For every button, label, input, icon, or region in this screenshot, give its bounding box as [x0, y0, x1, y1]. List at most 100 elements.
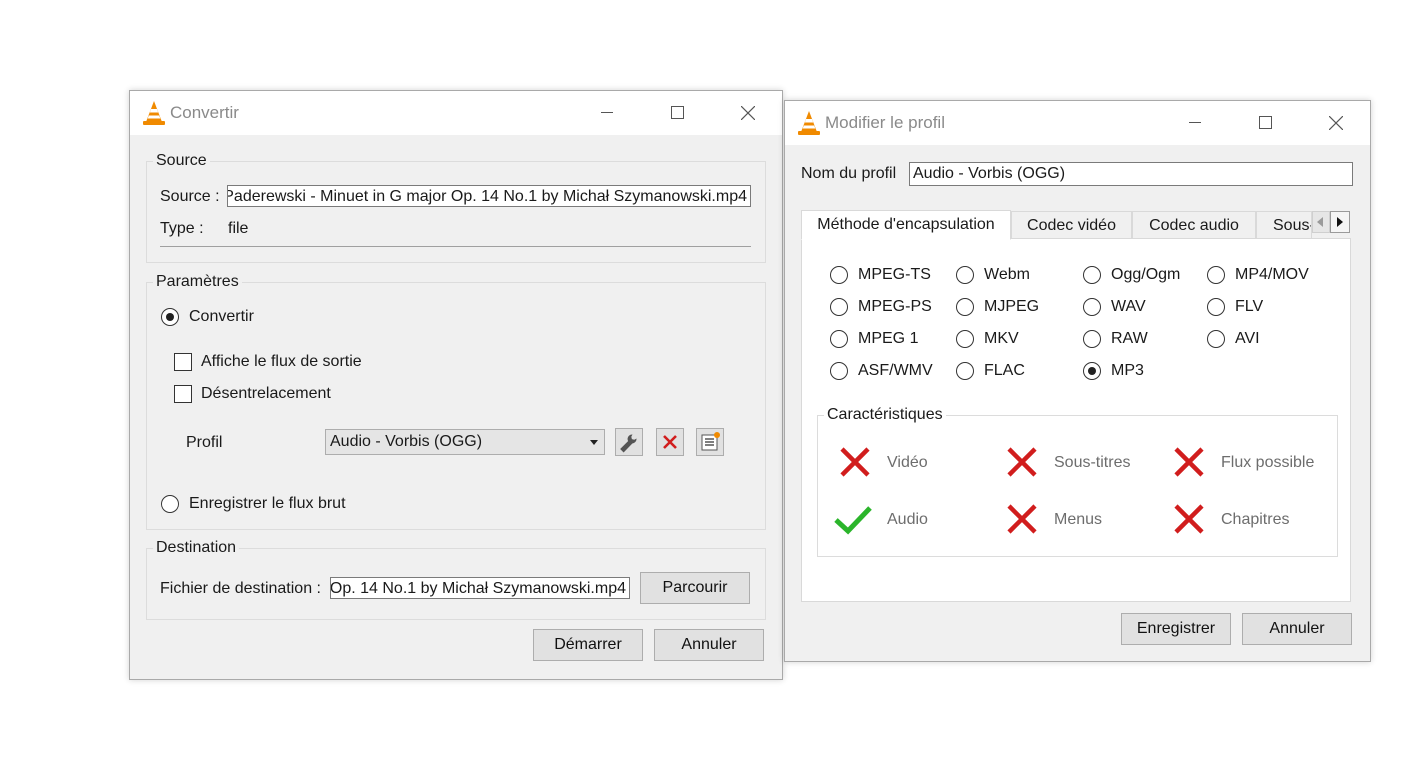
container-radio-raw[interactable] — [1083, 330, 1101, 348]
container-label: ASF/WMV — [858, 362, 933, 379]
tab-scroll-left-button[interactable] — [1312, 211, 1330, 233]
vlc-cone-icon — [143, 101, 165, 125]
minimize-button[interactable] — [1160, 101, 1230, 145]
container-radio-mpeg-ps[interactable] — [830, 298, 848, 316]
chevron-down-icon — [590, 440, 598, 445]
container-radio-mjpeg[interactable] — [956, 298, 974, 316]
new-profile-button[interactable] — [696, 428, 724, 456]
params-group-label: Paramètres — [153, 273, 242, 291]
profile-label: Profil — [186, 434, 223, 451]
close-button[interactable] — [712, 91, 782, 135]
type-value: file — [228, 220, 249, 237]
vlc-cone-icon — [798, 111, 820, 135]
cross-icon — [1007, 504, 1037, 534]
feature-menus-label: Menus — [1054, 511, 1103, 528]
profile-titlebar[interactable]: Modifier le profil — [785, 101, 1370, 145]
container-label: WAV — [1111, 298, 1146, 315]
container-label: FLAC — [984, 362, 1025, 379]
source-group-label: Source — [153, 152, 210, 170]
destination-group-label: Destination — [153, 539, 240, 557]
tab-subtitles[interactable]: Sous-t — [1256, 211, 1312, 239]
new-profile-icon — [701, 432, 720, 451]
check-icon — [834, 506, 872, 535]
close-button[interactable] — [1300, 101, 1370, 145]
container-label: MKV — [984, 330, 1019, 347]
container-radio-flac[interactable] — [956, 362, 974, 380]
features-group — [817, 415, 1338, 557]
delete-icon — [663, 435, 677, 449]
type-label: Type : — [160, 220, 204, 237]
deinterlace-label: Désentrelacement — [201, 385, 331, 402]
start-button[interactable]: Démarrer — [533, 629, 643, 661]
chevron-left-icon — [1317, 217, 1323, 227]
container-radio-mpeg-ts[interactable] — [830, 266, 848, 284]
deinterlace-checkbox[interactable] — [174, 385, 192, 403]
container-radio-avi[interactable] — [1207, 330, 1225, 348]
edit-profile-button[interactable] — [615, 428, 643, 456]
destination-field[interactable]: Paderewski - Minuet in G major Op. 14 No… — [330, 577, 630, 599]
wrench-icon — [620, 434, 637, 453]
container-label: AVI — [1235, 330, 1260, 347]
container-label: MPEG 1 — [858, 330, 919, 347]
convert-radio[interactable] — [161, 308, 179, 326]
close-icon — [1329, 116, 1343, 130]
tab-scroll-right-button[interactable] — [1330, 211, 1350, 233]
delete-profile-button[interactable] — [656, 428, 684, 456]
source-divider — [160, 246, 751, 247]
raw-dump-label: Enregistrer le flux brut — [189, 495, 346, 512]
cross-icon — [1174, 504, 1204, 534]
save-button[interactable]: Enregistrer — [1121, 613, 1231, 645]
container-radio-mp3[interactable] — [1083, 362, 1101, 380]
maximize-button[interactable] — [1230, 101, 1300, 145]
container-radio-webm[interactable] — [956, 266, 974, 284]
feature-subtitles-label: Sous-titres — [1054, 454, 1131, 471]
container-radio-mpeg1[interactable] — [830, 330, 848, 348]
container-radio-wav[interactable] — [1083, 298, 1101, 316]
cross-icon — [1007, 447, 1037, 477]
tab-audio-codec[interactable]: Codec audio — [1132, 211, 1256, 239]
browse-button[interactable]: Parcourir — [640, 572, 750, 604]
source-label: Source : — [160, 188, 220, 205]
container-label: RAW — [1111, 330, 1148, 347]
window-title: Convertir — [170, 103, 239, 122]
convert-window: Convertir Source Source : Paderewski - M… — [129, 90, 783, 680]
window-title: Modifier le profil — [825, 113, 945, 132]
source-field[interactable]: Paderewski - Minuet in G major Op. 14 No… — [227, 185, 751, 207]
container-label: MJPEG — [984, 298, 1040, 315]
container-label: FLV — [1235, 298, 1264, 315]
raw-dump-radio[interactable] — [161, 495, 179, 513]
close-icon — [741, 106, 755, 120]
container-label: MP4/MOV — [1235, 266, 1309, 283]
container-radio-mkv[interactable] — [956, 330, 974, 348]
cross-icon — [1174, 447, 1204, 477]
convert-radio-label: Convertir — [189, 308, 254, 325]
show-output-checkbox[interactable] — [174, 353, 192, 371]
convert-titlebar[interactable]: Convertir — [130, 91, 782, 135]
container-radio-ogg[interactable] — [1083, 266, 1101, 284]
cross-icon — [840, 447, 870, 477]
container-label: Ogg/Ogm — [1111, 266, 1181, 283]
container-radio-flv[interactable] — [1207, 298, 1225, 316]
source-group — [146, 161, 766, 263]
cancel-button[interactable]: Annuler — [654, 629, 764, 661]
show-output-label: Affiche le flux de sortie — [201, 353, 362, 370]
maximize-button[interactable] — [642, 91, 712, 135]
tab-video-codec[interactable]: Codec vidéo — [1011, 211, 1132, 239]
container-radio-mp4[interactable] — [1207, 266, 1225, 284]
profile-name-label: Nom du profil — [801, 165, 897, 182]
tab-encapsulation[interactable]: Méthode d'encapsulation — [801, 210, 1011, 240]
cancel-button[interactable]: Annuler — [1242, 613, 1352, 645]
profile-select[interactable]: Audio - Vorbis (OGG) — [325, 429, 605, 455]
profile-name-input[interactable]: Audio - Vorbis (OGG) — [909, 162, 1353, 186]
feature-audio-label: Audio — [887, 511, 928, 528]
profile-window: Modifier le profil Nom du profil Audio -… — [784, 100, 1371, 662]
container-radio-asf[interactable] — [830, 362, 848, 380]
container-label: MPEG-TS — [858, 266, 931, 283]
container-label: MPEG-PS — [858, 298, 932, 315]
minimize-button[interactable] — [572, 91, 642, 135]
destination-label: Fichier de destination : — [160, 580, 321, 597]
container-label: MP3 — [1111, 362, 1144, 379]
feature-video-label: Vidéo — [887, 454, 928, 471]
features-group-label: Caractéristiques — [824, 406, 946, 424]
chevron-right-icon — [1337, 217, 1343, 227]
